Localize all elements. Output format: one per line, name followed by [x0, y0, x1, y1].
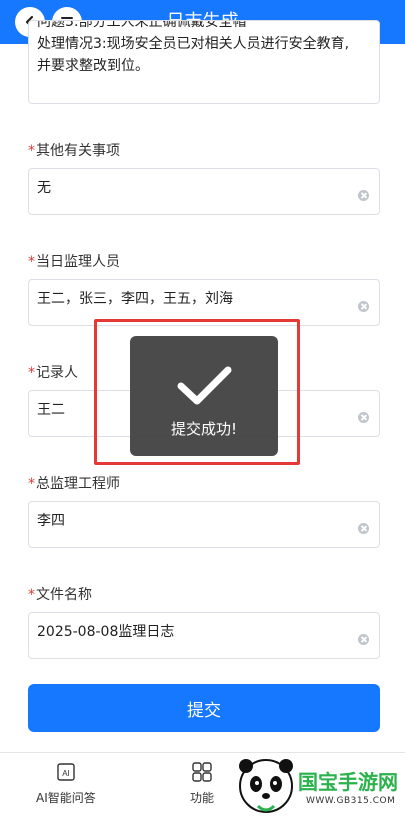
- supervisors-label: *当日监理人员: [28, 254, 120, 270]
- tab-ai-qa[interactable]: AI AI智能问答: [36, 761, 96, 806]
- chief-engineer-input[interactable]: 李四: [28, 501, 380, 548]
- chief-engineer-label: *总监理工程师: [28, 476, 120, 492]
- clear-icon[interactable]: [358, 190, 369, 201]
- ai-icon: AI: [57, 763, 75, 781]
- tab-functions[interactable]: 功能: [190, 761, 214, 806]
- recorder-label: *记录人: [28, 365, 78, 381]
- submit-button[interactable]: 提交: [28, 684, 380, 732]
- clear-icon[interactable]: [358, 412, 369, 423]
- other-matters-value: 无: [37, 180, 51, 196]
- svg-text:AI: AI: [62, 769, 70, 778]
- situation-line-3: 并要求整改到位。: [37, 58, 149, 74]
- watermark-brand: 国宝手游网: [298, 770, 398, 794]
- watermark-logo: 国宝手游网 WWW.GB315.COM: [236, 754, 405, 820]
- supervisors-value: 王二，张三，李四，王五，刘海: [37, 291, 233, 307]
- grid-icon: [192, 762, 212, 782]
- situation-line-2: 处理情况3:现场安全员已对相关人员进行安全教育,: [37, 36, 350, 52]
- other-matters-input[interactable]: 无: [28, 168, 380, 215]
- recorder-value: 王二: [37, 402, 65, 418]
- watermark-url: WWW.GB315.COM: [306, 796, 396, 806]
- other-matters-label: *其他有关事项: [28, 143, 120, 159]
- clear-icon[interactable]: [358, 523, 369, 534]
- situation-line-1: 问题3:部分工人未正确佩戴安全帽: [37, 20, 247, 30]
- highlight-frame: [94, 319, 300, 465]
- file-name-value: 2025-08-08监理日志: [37, 624, 175, 640]
- file-name-input[interactable]: 2025-08-08监理日志: [28, 612, 380, 659]
- clear-icon[interactable]: [358, 634, 369, 645]
- situation-textarea[interactable]: 问题3:部分工人未正确佩戴安全帽 处理情况3:现场安全员已对相关人员进行安全教育…: [28, 20, 380, 104]
- clear-icon[interactable]: [358, 301, 369, 312]
- chief-engineer-value: 李四: [37, 513, 65, 529]
- file-name-label: *文件名称: [28, 587, 92, 603]
